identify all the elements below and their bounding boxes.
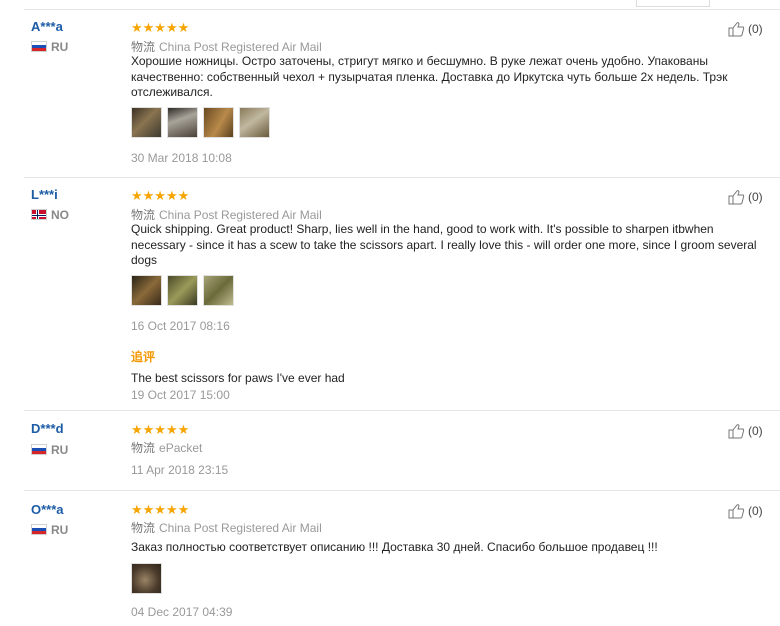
review-item: D***d RU ★★★★★ 物流 ePacket 11 Apr 2018 23:… [0, 411, 780, 491]
shipping-info: 物流 China Post Registered Air Mail [131, 206, 322, 223]
reviewer-name: A***a [31, 19, 63, 34]
shipping-label: 物流 [131, 521, 156, 535]
shipping-label: 物流 [131, 208, 156, 222]
reviewer-country: RU [31, 443, 68, 457]
shipping-info: 物流 ePacket [131, 439, 202, 456]
review-photo[interactable] [131, 107, 162, 138]
review-item: L***i NO ★★★★★ 物流 China Post Registered A… [0, 178, 780, 411]
country-code: NO [51, 208, 69, 222]
review-text: Quick shipping. Great product! Sharp, li… [131, 222, 757, 267]
thumbs-up-icon [728, 190, 745, 205]
review-item: O***a RU ★★★★★ 物流 China Post Registered A… [0, 491, 780, 626]
review-photo[interactable] [203, 275, 234, 306]
star-rating: ★★★★★ [131, 20, 190, 35]
shipping-label: 物流 [131, 40, 156, 54]
sort-control-edge[interactable] [636, 0, 710, 7]
review-text: Заказ полностью соответствует описанию !… [131, 540, 658, 554]
review-date: 30 Mar 2018 10:08 [131, 151, 232, 165]
shipping-method: China Post Registered Air Mail [159, 521, 322, 535]
country-code: RU [51, 40, 69, 54]
review-date: 16 Oct 2017 08:16 [131, 319, 230, 333]
helpful-count: (0) [748, 22, 763, 36]
russia-flag-icon [31, 524, 47, 535]
russia-flag-icon [31, 444, 47, 455]
helpful-button[interactable]: (0) [728, 423, 763, 439]
top-divider [0, 0, 780, 10]
star-rating: ★★★★★ [131, 502, 190, 517]
shipping-info: 物流 China Post Registered Air Mail [131, 519, 322, 536]
helpful-count: (0) [748, 190, 763, 204]
review-photo[interactable] [203, 107, 234, 138]
followup-date: 19 Oct 2017 15:00 [131, 388, 230, 402]
review-photos [131, 275, 234, 306]
review-photo[interactable] [131, 275, 162, 306]
reviewer-name: D***d [31, 421, 64, 436]
country-code: RU [51, 523, 69, 537]
star-rating: ★★★★★ [131, 422, 190, 437]
shipping-info: 物流 China Post Registered Air Mail [131, 38, 322, 55]
review-photos [131, 107, 270, 138]
country-code: RU [51, 443, 69, 457]
review-photos [131, 563, 162, 594]
norway-flag-icon [31, 209, 47, 220]
review-text: Хорошие ножницы. Остро заточены, стригут… [131, 54, 728, 99]
helpful-count: (0) [748, 424, 763, 438]
reviewer-name: O***a [31, 502, 64, 517]
review-date: 04 Dec 2017 04:39 [131, 605, 233, 619]
helpful-button[interactable]: (0) [728, 189, 763, 205]
shipping-method: China Post Registered Air Mail [159, 40, 322, 54]
review-photo[interactable] [167, 107, 198, 138]
followup-text: The best scissors for paws I've ever had [131, 371, 345, 385]
review-item: A***a RU ★★★★★ 物流 China Post Registered A… [0, 10, 780, 178]
russia-flag-icon [31, 41, 47, 52]
reviewer-country: RU [31, 40, 68, 54]
helpful-count: (0) [748, 504, 763, 518]
review-photo[interactable] [239, 107, 270, 138]
reviewer-country: RU [31, 523, 68, 537]
shipping-method: ePacket [159, 441, 203, 455]
followup-label: 追评 [131, 350, 156, 364]
review-photo[interactable] [167, 275, 198, 306]
review-date: 11 Apr 2018 23:15 [131, 463, 229, 477]
thumbs-up-icon [728, 424, 745, 439]
shipping-method: China Post Registered Air Mail [159, 208, 322, 222]
shipping-label: 物流 [131, 441, 156, 455]
thumbs-up-icon [728, 22, 745, 37]
star-rating: ★★★★★ [131, 188, 190, 203]
reviewer-name: L***i [31, 187, 58, 202]
helpful-button[interactable]: (0) [728, 21, 763, 37]
helpful-button[interactable]: (0) [728, 503, 763, 519]
thumbs-up-icon [728, 504, 745, 519]
reviewer-country: NO [31, 208, 69, 222]
review-photo[interactable] [131, 563, 162, 594]
